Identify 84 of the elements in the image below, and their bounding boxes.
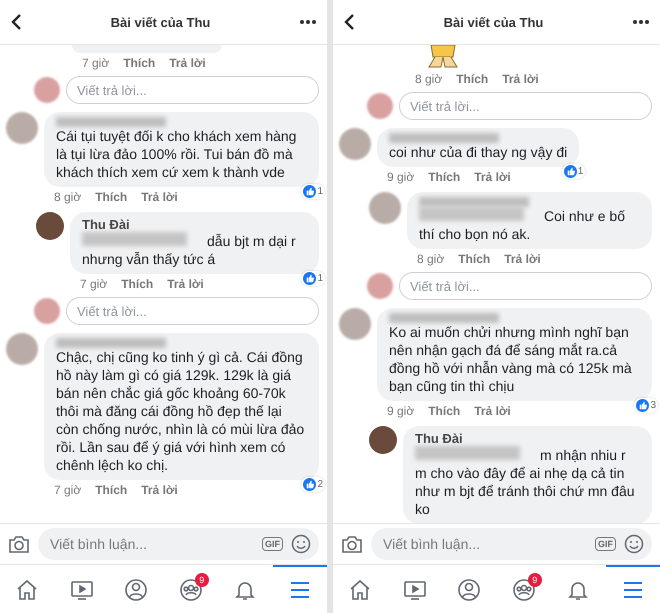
page-title: Bài viết của Thu — [110, 14, 212, 30]
home-icon — [348, 578, 372, 602]
comment-time: 7 giờ — [54, 483, 82, 497]
avatar[interactable] — [369, 426, 397, 454]
reply-field[interactable]: Viết trả lời... — [66, 297, 319, 325]
like-button[interactable]: Thích — [456, 72, 488, 86]
back-icon[interactable] — [10, 13, 22, 31]
comment-field[interactable]: Viết bình luận... GIF — [38, 528, 319, 560]
reaction-number: 1 — [317, 273, 323, 284]
comment-text: coi như của đi thay ng vậy đi — [389, 143, 568, 161]
like-button[interactable]: Thích — [95, 190, 128, 204]
reaction-count[interactable]: 3 — [634, 398, 658, 413]
reply-button[interactable]: Trả lời — [474, 170, 511, 184]
reaction-number: 1 — [578, 166, 584, 177]
reaction-number: 1 — [317, 186, 323, 197]
more-icon[interactable] — [299, 19, 317, 25]
like-icon — [303, 185, 316, 198]
comment-text: Ko ai muốn chửi nhưng mình nghĩ bạn nên nhận gạch đá để sáng mắt ra.cả đồng hồ với nhẫn vàng mà có 125k mà bạn cũng tin thì chịu — [389, 323, 633, 395]
commenter-name[interactable]: Thu Đài — [415, 431, 640, 446]
comment-text: Chậc, chị cũng ko tinh ý gì cả. Cái đồng hồ này làm gì có giá 129k. 129k là giá bán nên chắc giá gốc khoảng 60-70k thôi mà đăng cái đồng hồ đẹp thế lại còn chống nước, nhìn là có mùi lừa đảo rồi. Lần sau để ý giá với hình xem có chênh lệch ko chị. — [56, 348, 306, 474]
home-icon — [15, 578, 40, 602]
comment-text: dẫu bjt m dại r nhưng vẫn thấy tức á — [82, 232, 297, 268]
back-icon[interactable] — [343, 13, 355, 31]
comment-text: Coi như e bố thí cho bọn nó ak. — [419, 207, 626, 243]
profile-icon — [457, 578, 482, 602]
reply-field[interactable]: Viết trả lời... — [399, 272, 652, 300]
nav-tab[interactable]: 9 — [496, 565, 551, 613]
reply-button[interactable]: Trả lời — [474, 404, 511, 418]
like-icon — [303, 478, 316, 491]
like-button[interactable]: Thích — [458, 252, 490, 266]
comment-time: 9 giờ — [387, 170, 414, 184]
groups-icon — [178, 578, 203, 602]
reply-button[interactable]: Trả lời — [167, 277, 204, 291]
video-icon — [70, 578, 94, 602]
like-button[interactable]: Thích — [95, 483, 128, 497]
comment-time: 7 giờ — [80, 277, 108, 291]
reply-button[interactable]: Trả lời — [141, 190, 178, 204]
page-title: Bài viết của Thu — [442, 14, 544, 30]
notification-badge: 9 — [528, 573, 542, 587]
comment-text: Cái tụi tuyệt đối k cho khách xem hàng là tụi lừa đảo 100% rồi. Tui bán đồ mà khách thích xem cứ xem k thành vde — [56, 127, 298, 181]
reply-button[interactable]: Trả lời — [502, 72, 539, 86]
camera-icon[interactable] — [8, 534, 30, 554]
reaction-count[interactable]: 2 — [301, 477, 325, 492]
avatar — [367, 273, 393, 299]
reply-button[interactable]: Trả lời — [169, 56, 206, 70]
reply-button[interactable]: Trả lời — [141, 483, 178, 497]
like-button[interactable]: Thích — [123, 56, 156, 70]
comment-time: 8 giờ — [417, 252, 444, 266]
comment-time: 8 giờ — [54, 190, 82, 204]
reaction-number: 2 — [317, 479, 323, 490]
like-icon — [564, 165, 577, 178]
comment-time: 9 giờ — [387, 404, 414, 418]
avatar — [34, 298, 60, 324]
nav-tab[interactable]: 9 — [164, 565, 218, 613]
like-button[interactable]: Thích — [428, 404, 460, 418]
profile-icon — [124, 578, 148, 602]
reply-button[interactable]: Trả lời — [504, 252, 541, 266]
like-button[interactable]: Thích — [121, 277, 154, 291]
commenter-name[interactable]: Thu Đài — [82, 217, 307, 232]
camera-icon[interactable] — [341, 534, 363, 554]
reaction-count[interactable]: 1 — [562, 164, 586, 179]
avatar — [34, 77, 60, 103]
comment-time: 8 giờ — [415, 72, 442, 86]
comment-time: 7 giờ — [82, 56, 110, 70]
reply-field[interactable]: Viết trả lời... — [66, 76, 319, 104]
avatar — [367, 93, 393, 119]
like-icon — [636, 399, 650, 412]
smiley-icon[interactable] — [624, 534, 644, 554]
reaction-number: 3 — [650, 400, 656, 411]
reaction-count[interactable]: 1 — [301, 271, 325, 286]
avatar[interactable] — [36, 212, 64, 240]
gif-button[interactable]: GIF — [262, 537, 283, 551]
notification-badge: 9 — [194, 573, 209, 587]
groups-icon — [512, 578, 536, 602]
reply-field[interactable]: Viết trả lời... — [399, 92, 652, 120]
reaction-count[interactable]: 1 — [301, 184, 325, 199]
comment-text: m nhận nhiu r m cho vào đây để ai nhẹ dạ cả tin như m bjt để tránh thôi chứ mn đâu ko — [415, 446, 636, 518]
gif-button[interactable]: GIF — [595, 537, 616, 551]
more-icon[interactable] — [632, 19, 650, 25]
video-icon — [402, 578, 427, 602]
smiley-icon[interactable] — [291, 534, 311, 554]
like-icon — [303, 272, 316, 285]
comment-field[interactable]: Viết bình luận... GIF — [371, 528, 652, 560]
like-button[interactable]: Thích — [428, 170, 460, 184]
